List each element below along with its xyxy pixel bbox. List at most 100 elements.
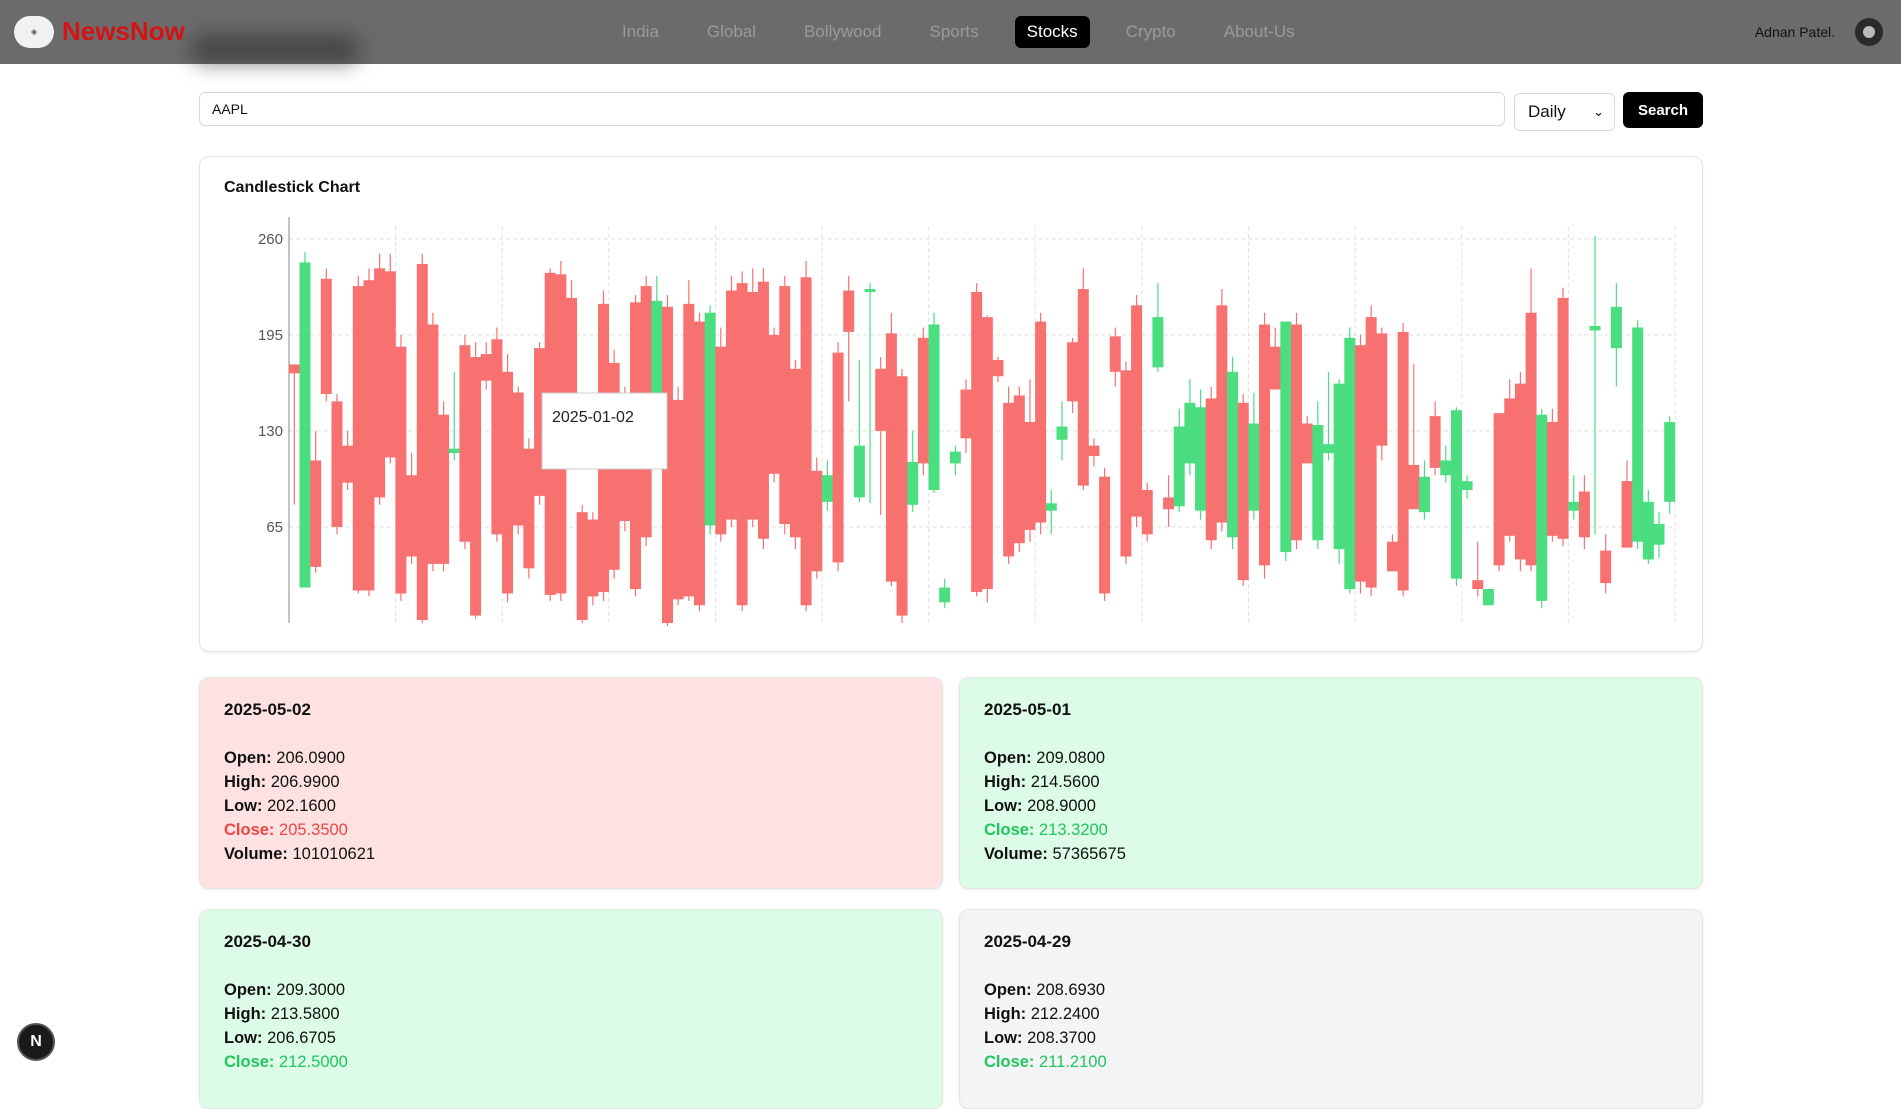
- candlestick-chart-card: Candlestick Chart 260 195 130 65 2025-01-02: [199, 156, 1703, 652]
- low-row: Low: 206.6705: [224, 1026, 918, 1050]
- candle-body: [1642, 501, 1654, 560]
- candle-body: [1269, 346, 1281, 390]
- candle-body: [1109, 336, 1121, 372]
- high-value: 213.5800: [270, 1005, 340, 1023]
- candle-body: [1664, 422, 1676, 502]
- menu-item-stocks[interactable]: Stocks: [1014, 16, 1090, 48]
- candle-body: [917, 337, 929, 464]
- y-tick-label: 65: [266, 519, 283, 536]
- candle-body: [800, 277, 812, 606]
- candle-body: [1067, 342, 1079, 402]
- candle-body: [1461, 481, 1473, 491]
- open-row: Open: 208.6930: [984, 978, 1678, 1002]
- brand-shadow: [190, 34, 360, 64]
- ticker-search-input[interactable]: [199, 92, 1505, 126]
- logo-icon[interactable]: ◉: [14, 16, 54, 48]
- candle-body: [395, 346, 407, 594]
- candle-body: [1365, 317, 1377, 588]
- open-value: 209.3000: [276, 981, 346, 999]
- low-label: Low:: [224, 1029, 263, 1047]
- menu-item-about-us[interactable]: About-Us: [1212, 16, 1307, 48]
- candle-body: [1376, 333, 1388, 446]
- candle-body: [1259, 324, 1271, 566]
- candle-body: [331, 401, 343, 527]
- candle-body: [757, 281, 769, 539]
- open-value: 209.0800: [1036, 749, 1106, 767]
- candlestick-chart[interactable]: 260 195 130 65 2025-01-02: [200, 157, 1702, 651]
- candle-body: [1216, 305, 1228, 523]
- user-name[interactable]: Adnan Patel.: [1755, 24, 1835, 40]
- volume-label: Volume:: [224, 845, 288, 863]
- open-value: 206.0900: [276, 749, 346, 767]
- menu-item-crypto[interactable]: Crypto: [1114, 16, 1188, 48]
- candle-body: [1280, 321, 1292, 553]
- price-card: 2025-04-30 Open: 209.3000 High: 213.5800…: [199, 909, 943, 1109]
- volume-row: Volume: 101010621: [224, 842, 918, 866]
- avatar[interactable]: [1855, 18, 1883, 46]
- candle-body: [811, 470, 823, 572]
- low-row: Low: 208.9000: [984, 794, 1678, 818]
- high-value: 214.5600: [1030, 773, 1100, 791]
- high-row: High: 206.9900: [224, 770, 918, 794]
- candle-body: [1205, 398, 1217, 541]
- low-row: Low: 208.3700: [984, 1026, 1678, 1050]
- open-value: 208.6930: [1036, 981, 1106, 999]
- menu-item-global[interactable]: Global: [695, 16, 768, 48]
- interval-select[interactable]: Daily ⌄: [1514, 93, 1615, 131]
- candle-body: [1450, 410, 1462, 579]
- candle-body: [843, 290, 855, 332]
- close-row: Close: 212.5000: [224, 1050, 918, 1074]
- candle-body: [1610, 306, 1622, 349]
- dev-tools-badge[interactable]: N: [17, 1023, 55, 1061]
- candle-body: [1578, 491, 1590, 538]
- card-date: 2025-04-30: [224, 932, 311, 951]
- candle-body: [960, 389, 972, 439]
- open-label: Open:: [224, 749, 272, 767]
- candle-body: [1045, 503, 1057, 511]
- candle-body: [310, 460, 322, 567]
- close-row: Close: 211.2100: [984, 1050, 1678, 1074]
- low-value: 206.6705: [267, 1029, 336, 1047]
- candle-body: [1323, 444, 1334, 454]
- candle-body: [907, 461, 919, 505]
- price-card: 2025-05-01 Open: 209.0800 High: 214.5600…: [959, 677, 1703, 889]
- candle-body: [949, 451, 961, 464]
- candle-body: [352, 286, 364, 591]
- menu-item-india[interactable]: India: [610, 16, 671, 48]
- volume-row: Volume: 57365675: [984, 842, 1678, 866]
- brand-name[interactable]: NewsNow: [62, 16, 185, 47]
- low-value: 208.3700: [1027, 1029, 1096, 1047]
- low-row: Low: 202.1600: [224, 794, 918, 818]
- candle-body: [523, 448, 535, 569]
- open-label: Open:: [984, 749, 1032, 767]
- card-date: 2025-05-02: [224, 700, 311, 719]
- candle-body: [789, 368, 801, 538]
- candle-body: [1184, 402, 1196, 464]
- candle-body: [1131, 305, 1143, 517]
- candle-body: [470, 357, 482, 616]
- menu-item-sports[interactable]: Sports: [918, 16, 991, 48]
- candle-body: [406, 475, 418, 557]
- candle-body: [288, 364, 300, 374]
- candle-body: [491, 339, 503, 535]
- candle-body: [1312, 425, 1324, 541]
- candle-body: [981, 317, 993, 590]
- search-button[interactable]: Search: [1623, 92, 1703, 128]
- y-tick-label: 260: [258, 231, 283, 248]
- candle-body: [864, 289, 876, 293]
- tooltip-date: 2025-01-02: [552, 409, 634, 426]
- candle-body: [896, 376, 908, 616]
- close-label: Close:: [984, 1053, 1035, 1071]
- candle-body: [768, 334, 780, 474]
- open-label: Open:: [224, 981, 272, 999]
- top-navbar: ◉ NewsNow India Global Bollywood Sports …: [0, 0, 1901, 64]
- candle-body: [480, 354, 492, 381]
- high-label: High:: [224, 1005, 267, 1023]
- menu-item-bollywood[interactable]: Bollywood: [792, 16, 894, 48]
- candle-body: [1056, 426, 1068, 440]
- candle-body: [1514, 383, 1526, 560]
- price-card: 2025-04-29 Open: 208.6930 High: 212.2400…: [959, 909, 1703, 1109]
- candle-body: [1589, 326, 1601, 331]
- candle-body: [1088, 445, 1100, 457]
- candle-body: [1536, 414, 1548, 601]
